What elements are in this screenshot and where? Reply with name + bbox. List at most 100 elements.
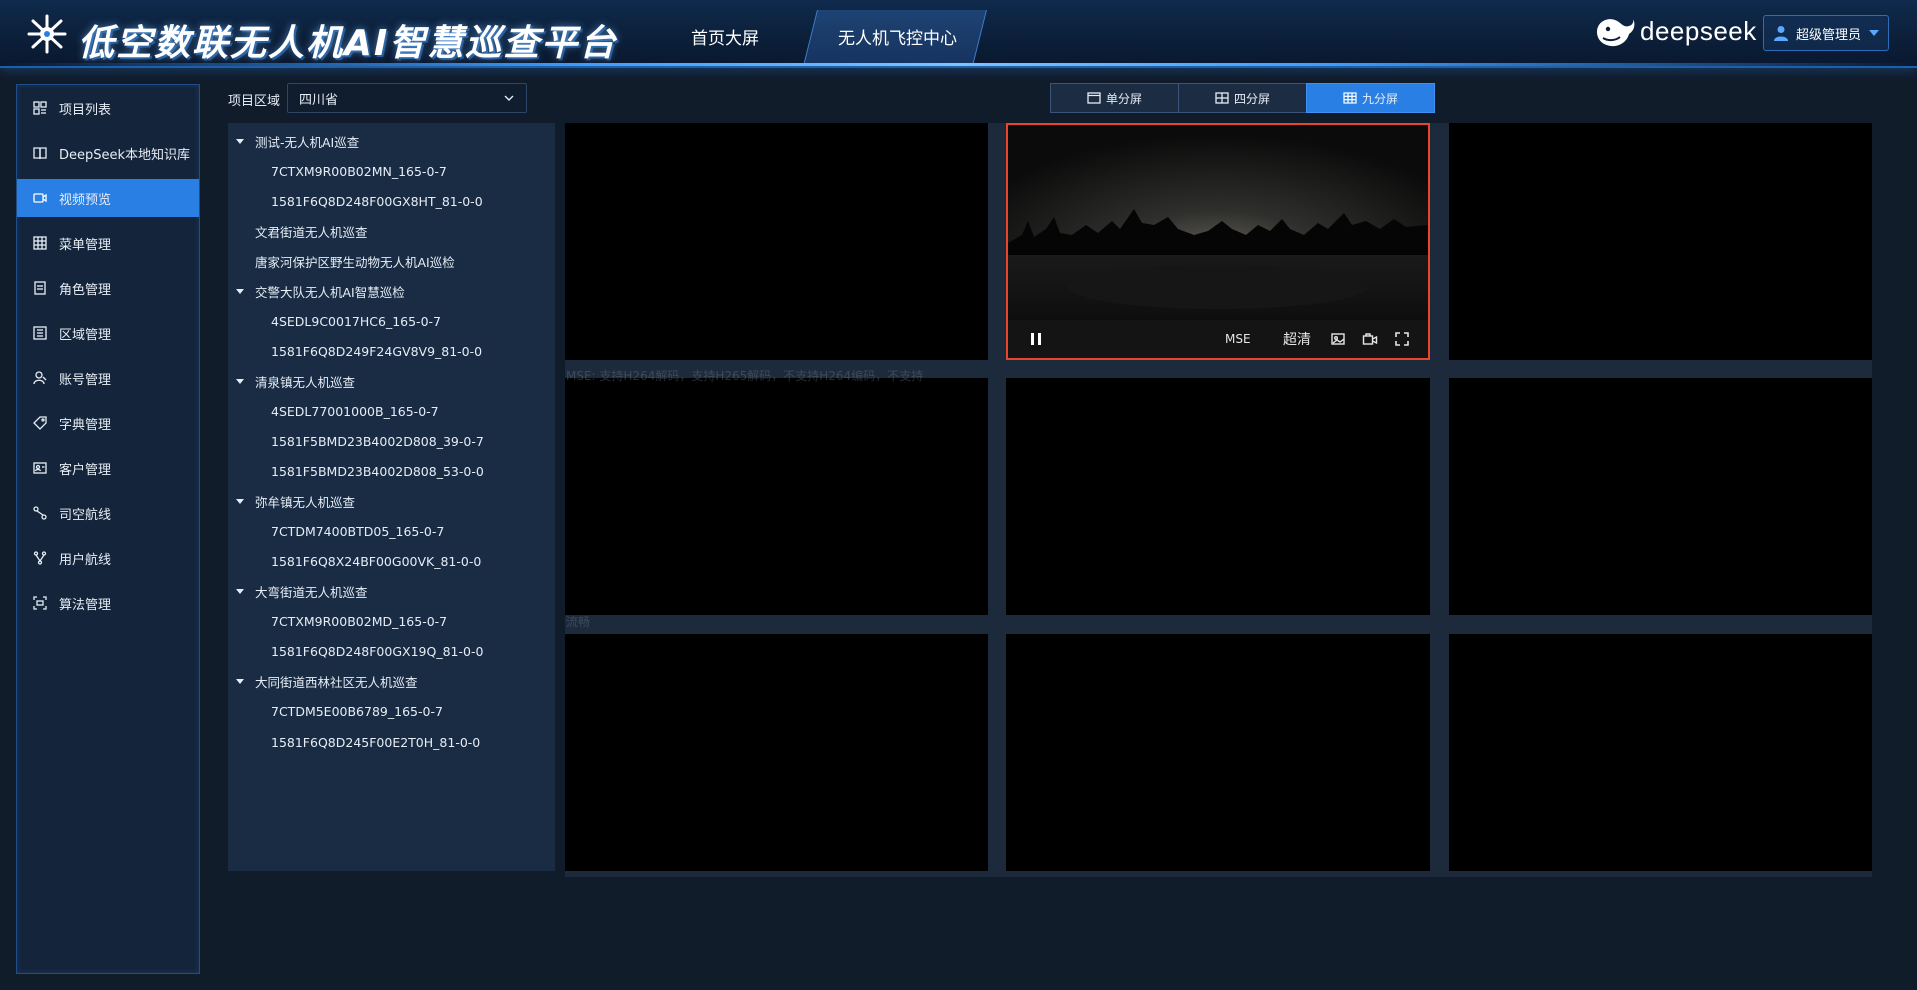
route-icon (33, 506, 47, 520)
deepseek-brand-text: deepseek (1640, 16, 1757, 46)
user-name: 超级管理员 (1796, 27, 1862, 43)
quality-hint-text: 流畅 (566, 615, 591, 629)
id-card-icon (33, 462, 47, 474)
tree-label: 测试-无人机AI巡查 (255, 134, 360, 150)
sidebar-item-label: 角色管理 (59, 282, 112, 298)
sidebar-item-dictionary-management[interactable]: 字典管理 (17, 404, 199, 442)
tree-leaf-device[interactable]: 1581F6Q8D245F00E2T0H_81-0-0 (228, 731, 480, 753)
single-screen-label: 单分屏 (1105, 91, 1142, 106)
quality-selector[interactable]: 超清 (1283, 329, 1311, 349)
nav-home-screen[interactable]: 首页大屏 (691, 24, 759, 49)
tree-group[interactable]: 唐家河保护区野生动物无人机AI巡检 (228, 250, 455, 272)
video-cell[interactable] (1006, 634, 1430, 871)
tree-label: 7CTXM9R00B02MN_165-0-7 (271, 163, 447, 179)
tree-leaf-device[interactable]: 1581F5BMD23B4002D808_53-0-0 (228, 460, 484, 482)
user-menu[interactable]: 超级管理员 (1763, 15, 1889, 51)
sidebar-item-sikong-route[interactable]: 司空航线 (17, 494, 199, 532)
video-cell[interactable] (565, 378, 988, 615)
snapshot-icon[interactable] (1330, 331, 1346, 347)
tree-leaf-device[interactable]: 7CTXM9R00B02MD_165-0-7 (228, 610, 447, 632)
video-frame (1008, 125, 1428, 320)
tag-icon (33, 416, 47, 430)
sidebar-item-role-management[interactable]: 角色管理 (17, 269, 199, 307)
sidebar-item-knowledge-base[interactable]: DeepSeek本地知识库 (17, 134, 199, 172)
tree-group[interactable]: 大同街道西林社区无人机巡查 (228, 670, 418, 692)
tree-leaf-device[interactable]: 1581F6Q8D249F24GV8V9_81-0-0 (228, 340, 482, 362)
scan-icon (33, 596, 47, 610)
sidebar-item-video-preview[interactable]: 视频预览 (17, 179, 199, 217)
tree-leaf-device[interactable]: 7CTDM5E00B6789_165-0-7 (228, 700, 443, 722)
tree-label: 1581F5BMD23B4002D808_39-0-7 (271, 433, 484, 449)
sidebar-item-label: 客户管理 (59, 462, 112, 478)
fullscreen-icon[interactable] (1394, 331, 1410, 347)
video-cell[interactable] (1449, 123, 1872, 360)
nav-flight-control-center[interactable]: 无人机飞控中心 (838, 24, 957, 49)
video-cell-active[interactable]: MSE 超清 (1006, 123, 1430, 360)
single-screen-button[interactable]: 单分屏 (1050, 83, 1179, 113)
tree-leaf-device[interactable]: 7CTDM7400BTD05_165-0-7 (228, 520, 444, 542)
tree-leaf-device[interactable]: 1581F6Q8D248F00GX19Q_81-0-0 (228, 640, 483, 662)
night-forest-video-image (1008, 125, 1428, 320)
caret-down-icon (236, 678, 244, 684)
record-icon[interactable] (1362, 331, 1378, 347)
sidebar-item-region-management[interactable]: 区域管理 (17, 314, 199, 352)
sidebar-item-algorithm-management[interactable]: 算法管理 (17, 584, 199, 622)
sidebar-item-label: 菜单管理 (59, 237, 112, 253)
tree-label: 7CTDM5E00B6789_165-0-7 (271, 703, 443, 719)
sidebar-item-user-route[interactable]: 用户航线 (17, 539, 199, 577)
video-cell[interactable] (1449, 378, 1872, 615)
tree-label: 唐家河保护区野生动物无人机AI巡检 (255, 254, 455, 270)
table-icon (33, 236, 47, 250)
quad-screen-button[interactable]: 四分屏 (1178, 83, 1307, 113)
caret-down-icon (236, 288, 244, 294)
book-icon (33, 147, 47, 160)
video-grid: MSE 超清 MSE: 支持H264解码，支持H265解码，不支持H264编码，… (565, 123, 1872, 877)
app-title: 低空数联无人机AI智慧巡查平台 (78, 23, 618, 64)
sidebar-item-menu-management[interactable]: 菜单管理 (17, 224, 199, 262)
sidebar-item-account-management[interactable]: 账号管理 (17, 359, 199, 397)
tree-group[interactable]: 清泉镇无人机巡查 (228, 370, 355, 392)
tree-group[interactable]: 测试-无人机AI巡查 (228, 130, 359, 152)
video-cell[interactable] (1449, 634, 1872, 871)
sidebar-item-label: 项目列表 (59, 102, 112, 118)
tree-leaf-device[interactable]: 1581F6Q8X24BF00G00VK_81-0-0 (228, 550, 481, 572)
tree-group[interactable]: 弥牟镇无人机巡查 (228, 490, 355, 512)
deepseek-whale-icon (1597, 19, 1635, 47)
tree-label: 1581F5BMD23B4002D808_53-0-0 (271, 463, 484, 479)
pause-icon[interactable] (1030, 332, 1042, 346)
codec-support-text: MSE: 支持H264解码，支持H265解码，不支持H264编码，不支持 (566, 369, 924, 383)
chevron-down-icon (504, 95, 514, 101)
tree-label: 1581F6Q8D245F00E2T0H_81-0-0 (271, 734, 481, 750)
quad-screen-icon (1215, 92, 1229, 104)
single-screen-icon (1087, 92, 1101, 104)
sidebar-item-label: 司空航线 (59, 507, 112, 523)
tree-leaf-device[interactable]: 4SEDL77001000B_165-0-7 (228, 400, 439, 422)
tree-group[interactable]: 文君街道无人机巡查 (228, 220, 368, 242)
nine-screen-button[interactable]: 九分屏 (1306, 83, 1435, 113)
tree-leaf-device[interactable]: 1581F6Q8D248F00GX8HT_81-0-0 (228, 190, 483, 212)
sidebar-item-customer-management[interactable]: 客户管理 (17, 449, 199, 487)
sidebar-item-label: 区域管理 (59, 327, 112, 343)
tree-label: 1581F6Q8D249F24GV8V9_81-0-0 (271, 343, 483, 359)
project-region-select[interactable]: 四川省 (287, 83, 527, 113)
drone-logo-icon (27, 14, 67, 54)
tree-label: 大同街道西林社区无人机巡查 (255, 674, 418, 690)
tree-leaf-device[interactable]: 4SEDL9C0017HC6_165-0-7 (228, 310, 441, 332)
user-account-icon (33, 371, 47, 385)
tree-group[interactable]: 交警大队无人机AI智慧巡检 (228, 280, 405, 302)
tree-label: 1581F6Q8X24BF00G00VK_81-0-0 (271, 553, 482, 569)
video-cell[interactable] (565, 634, 988, 871)
tree-group[interactable]: 大弯街道无人机巡查 (228, 580, 368, 602)
sidebar-item-label: 字典管理 (59, 417, 112, 433)
tree-label: 1581F6Q8D248F00GX19Q_81-0-0 (271, 643, 484, 659)
tree-leaf-device[interactable]: 1581F5BMD23B4002D808_39-0-7 (228, 430, 484, 452)
split-screen-switcher: 单分屏 四分屏 九分屏 (1050, 83, 1435, 113)
tree-leaf-device[interactable]: 7CTXM9R00B02MN_165-0-7 (228, 160, 447, 182)
sidebar-item-project-list[interactable]: 项目列表 (17, 89, 199, 127)
stream-mode-label[interactable]: MSE (1225, 332, 1251, 346)
top-header: 低空数联无人机AI智慧巡查平台 首页大屏 无人机飞控中心 deepseek 超级… (0, 0, 1917, 68)
video-cell[interactable] (565, 123, 988, 360)
tree-label: 7CTXM9R00B02MD_165-0-7 (271, 613, 448, 629)
sidebar-item-label: 视频预览 (59, 192, 112, 208)
video-cell[interactable] (1006, 378, 1430, 615)
